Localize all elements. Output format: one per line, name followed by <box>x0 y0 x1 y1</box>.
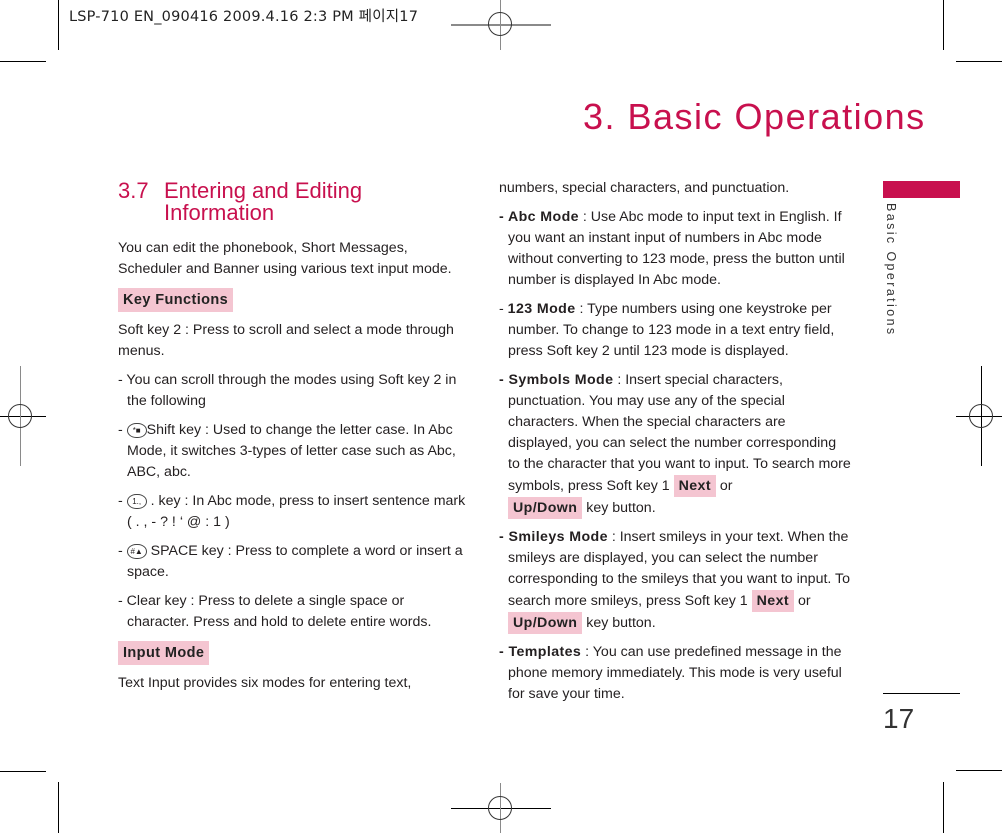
crop-mark <box>58 0 59 50</box>
crop-mark <box>956 770 1002 771</box>
mode-item-smileys: - Smileys Mode : Insert smileys in your … <box>499 527 851 634</box>
right-column: numbers, special characters, and punctua… <box>499 178 851 713</box>
page-number: 17 <box>883 703 915 734</box>
key-function-item: - #▲ SPACE key : Press to complete a wor… <box>118 543 463 580</box>
mode-name: Abc Mode <box>507 209 579 225</box>
chapter-title: 3. Basic Operations <box>583 96 926 137</box>
key-function-item: - You can scroll through the modes using… <box>118 372 457 409</box>
key-function-item: - Clear key : Press to delete a single s… <box>118 593 432 630</box>
softkey2-desc: Soft key 2 : Press to scroll and select … <box>118 322 454 359</box>
mode-name: Smileys Mode <box>508 529 608 545</box>
section-heading: 3.7 Entering and Editing Information <box>118 180 468 224</box>
registration-mark-icon <box>488 796 512 820</box>
crop-mark <box>943 0 944 50</box>
crop-mark <box>0 771 46 772</box>
registration-mark-icon <box>488 12 512 36</box>
key-function-item: - *■ Shift key : Used to change the lette… <box>118 422 456 480</box>
registration-mark-icon <box>969 404 993 428</box>
crop-mark <box>943 782 944 833</box>
hash-space-key-icon: #▲ <box>126 544 147 559</box>
next-softkey-label: Next <box>673 475 716 497</box>
up-down-key-label: Up/Down <box>508 612 583 634</box>
up-down-key-label: Up/Down <box>508 497 583 519</box>
input-mode-intro: Text Input provides six modes for enteri… <box>118 675 412 691</box>
crop-mark <box>956 61 1002 62</box>
rule-line <box>883 693 960 694</box>
input-mode-label: Input Mode <box>118 641 210 665</box>
key-functions-label: Key Functions <box>118 288 234 312</box>
side-tab-bar <box>883 181 960 198</box>
side-tab-label: Basic Operations <box>884 203 898 337</box>
mode-item-abc: - Abc Mode : Use Abc mode to input text … <box>499 209 845 288</box>
mode-name: Templates <box>508 644 582 660</box>
mode-name: Symbols Mode <box>508 372 614 388</box>
section-intro: You can edit the phonebook, Short Messag… <box>118 240 452 277</box>
section-number: 3.7 <box>118 178 149 203</box>
mode-item-123: - 123 Mode : Type numbers using one keys… <box>499 301 835 359</box>
print-slug: LSP-710 EN_090416 2009.4.16 2:3 PM 페이지17 <box>69 9 419 25</box>
input-mode-intro-continued: numbers, special characters, and punctua… <box>499 180 790 196</box>
crop-mark <box>58 782 59 833</box>
registration-mark-icon <box>8 404 32 428</box>
one-key-icon: 1., <box>126 494 147 509</box>
mode-item-symbols: - Symbols Mode : Insert special characte… <box>499 370 851 519</box>
next-softkey-label: Next <box>751 590 794 612</box>
left-column: 3.7 Entering and Editing Information You… <box>118 180 468 702</box>
section-title: Entering and Editing Information <box>164 178 363 225</box>
star-shift-key-icon: *■ <box>126 423 147 438</box>
mode-name: 123 Mode <box>507 301 576 317</box>
mode-item-templates: - Templates : You can use predefined mes… <box>499 644 842 702</box>
key-function-item: - 1., . key : In Abc mode, press to inse… <box>118 493 466 530</box>
crop-mark <box>0 61 46 62</box>
